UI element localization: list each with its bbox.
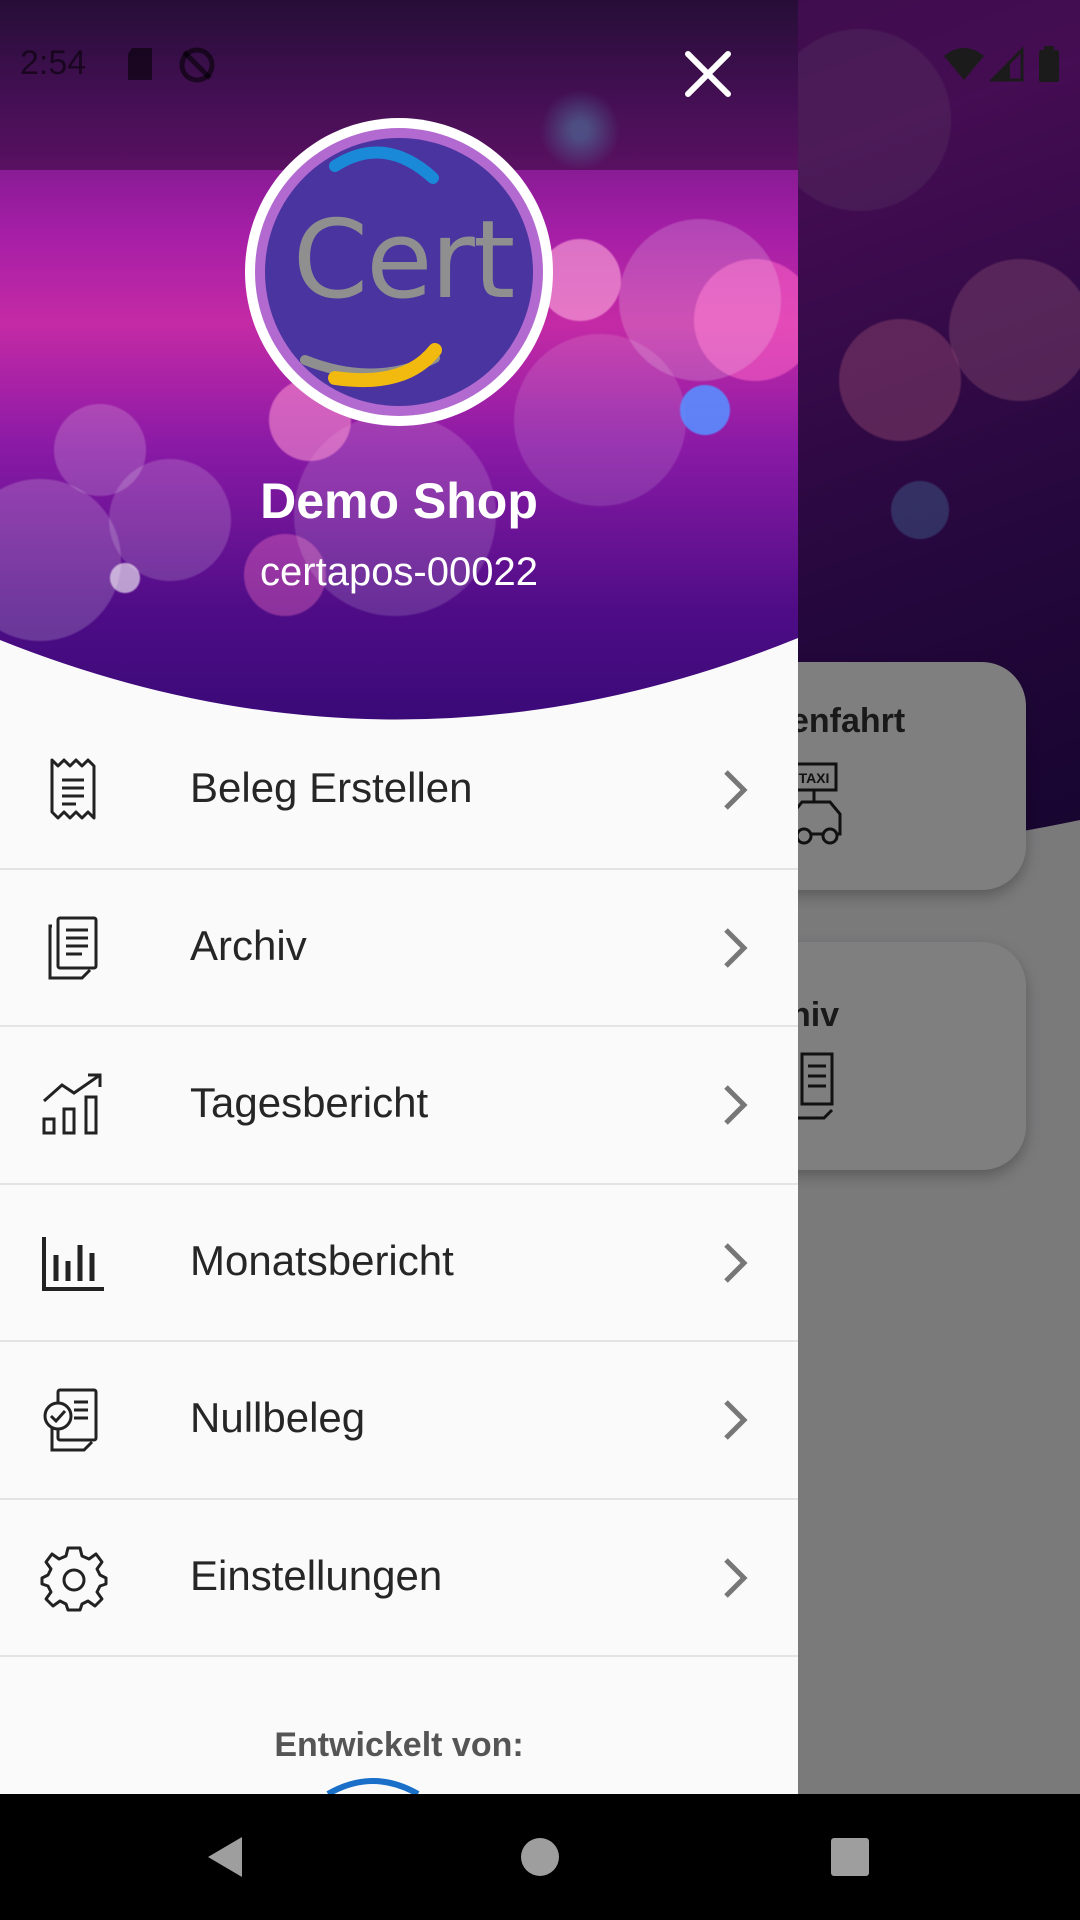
menu-item-einstellungen[interactable]: Einstellungen [0, 1500, 798, 1657]
chevron-right-icon [724, 770, 748, 810]
developer-logo [326, 1778, 420, 1794]
menu-item-label: Tagesbericht [190, 1079, 429, 1126]
chevron-right-icon [724, 927, 748, 968]
chevron-right-icon [724, 1085, 748, 1125]
chevron-right-icon [724, 1242, 748, 1283]
wifi-icon [944, 48, 984, 80]
bar-chart-icon [42, 1236, 104, 1291]
status-time: 2:54 [20, 44, 87, 82]
trending-chart-icon [42, 1073, 102, 1135]
recents-icon [831, 1838, 869, 1876]
drawer-menu: Beleg Erstellen Archiv Tagesbericht Mona… [0, 712, 798, 1657]
chevron-right-icon [724, 1557, 748, 1598]
menu-item-label: Nullbeleg [190, 1394, 366, 1441]
home-icon [521, 1838, 559, 1876]
navigation-drawer: Cert Demo Shop certapos-00022 Beleg Erst… [0, 0, 798, 1794]
back-icon [208, 1837, 242, 1877]
menu-item-label: Beleg Erstellen [190, 764, 473, 811]
status-bar: 2:54 [0, 0, 1080, 132]
receipt-icon [50, 758, 96, 820]
battery-icon [1039, 46, 1059, 82]
gear-icon [40, 1546, 108, 1611]
sd-card-icon [128, 48, 152, 80]
nav-back-button[interactable] [146, 1794, 306, 1920]
menu-item-tagesbericht[interactable]: Tagesbericht [0, 1027, 798, 1185]
menu-item-beleg-erstellen[interactable]: Beleg Erstellen [0, 712, 798, 870]
documents-icon [48, 916, 98, 979]
sync-disabled-icon [179, 47, 215, 83]
menu-item-archiv[interactable]: Archiv [0, 870, 798, 1027]
nav-home-button[interactable] [460, 1794, 620, 1920]
menu-item-label: Einstellungen [190, 1551, 443, 1599]
menu-item-monatsbericht[interactable]: Monatsbericht [0, 1185, 798, 1342]
system-nav-bar [0, 1794, 1080, 1920]
device-id: certapos-00022 [260, 550, 538, 594]
checked-document-icon [43, 1388, 98, 1452]
nav-recents-button[interactable] [770, 1794, 930, 1920]
logo-text: Cert [292, 198, 516, 323]
signal-icon [990, 46, 1024, 82]
menu-item-label: Monatsbericht [190, 1236, 454, 1284]
developed-by-label: Entwickelt von: [274, 1726, 524, 1764]
shop-name: Demo Shop [260, 473, 538, 529]
menu-item-nullbeleg[interactable]: Nullbeleg [0, 1342, 798, 1500]
chevron-right-icon [724, 1400, 748, 1440]
menu-item-label: Archiv [190, 921, 307, 969]
shop-avatar: Cert [245, 118, 553, 426]
